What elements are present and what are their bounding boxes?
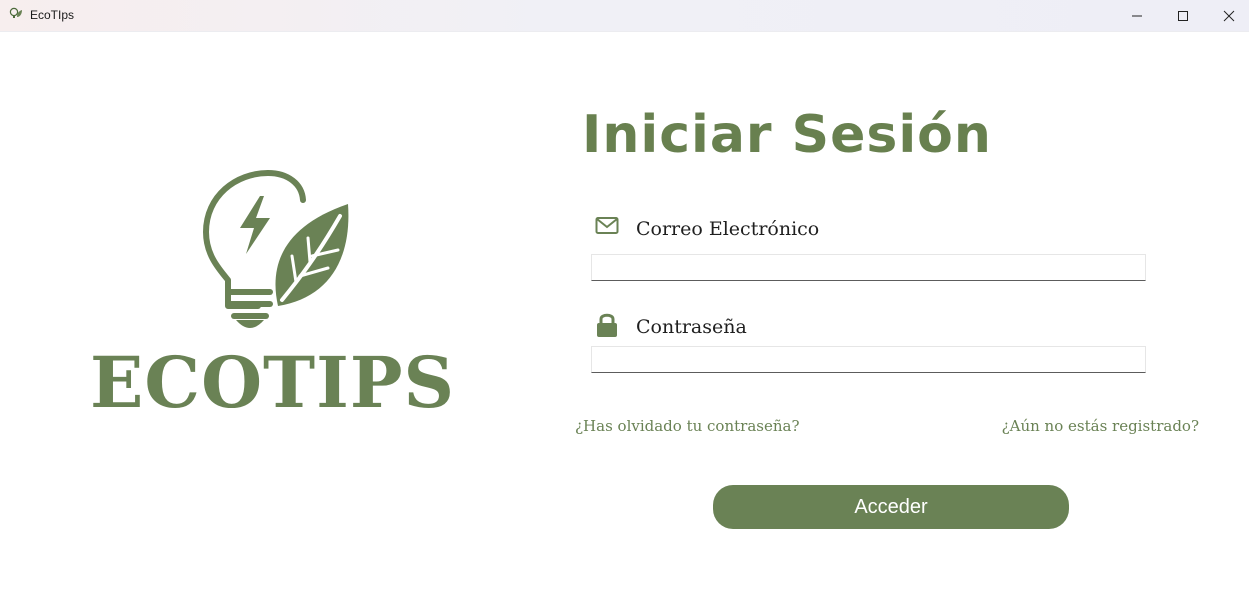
register-link[interactable]: ¿Aún no estás registrado? (1002, 417, 1199, 435)
page-title: Iniciar Sesión (582, 105, 992, 165)
maximize-button[interactable] (1160, 0, 1206, 31)
password-field[interactable] (591, 346, 1146, 373)
login-button[interactable]: Acceder (713, 485, 1069, 529)
app-logo-icon (9, 7, 23, 21)
forgot-password-link[interactable]: ¿Has olvidado tu contraseña? (575, 417, 800, 435)
brand-name: ECOTIPS (90, 341, 456, 424)
minimize-icon (1132, 15, 1142, 16)
minimize-button[interactable] (1114, 0, 1160, 31)
envelope-icon (595, 216, 619, 236)
close-button[interactable] (1206, 0, 1249, 31)
lightbulb-leaf-icon (200, 170, 352, 333)
lock-icon (596, 312, 618, 338)
window-title: EcoTIps (30, 8, 75, 22)
close-icon (1223, 10, 1235, 21)
email-label: Correo Electrónico (636, 218, 820, 240)
maximize-icon (1178, 10, 1188, 21)
title-bar: EcoTIps (0, 0, 1249, 32)
email-field[interactable] (591, 254, 1146, 281)
password-label: Contraseña (636, 316, 747, 338)
